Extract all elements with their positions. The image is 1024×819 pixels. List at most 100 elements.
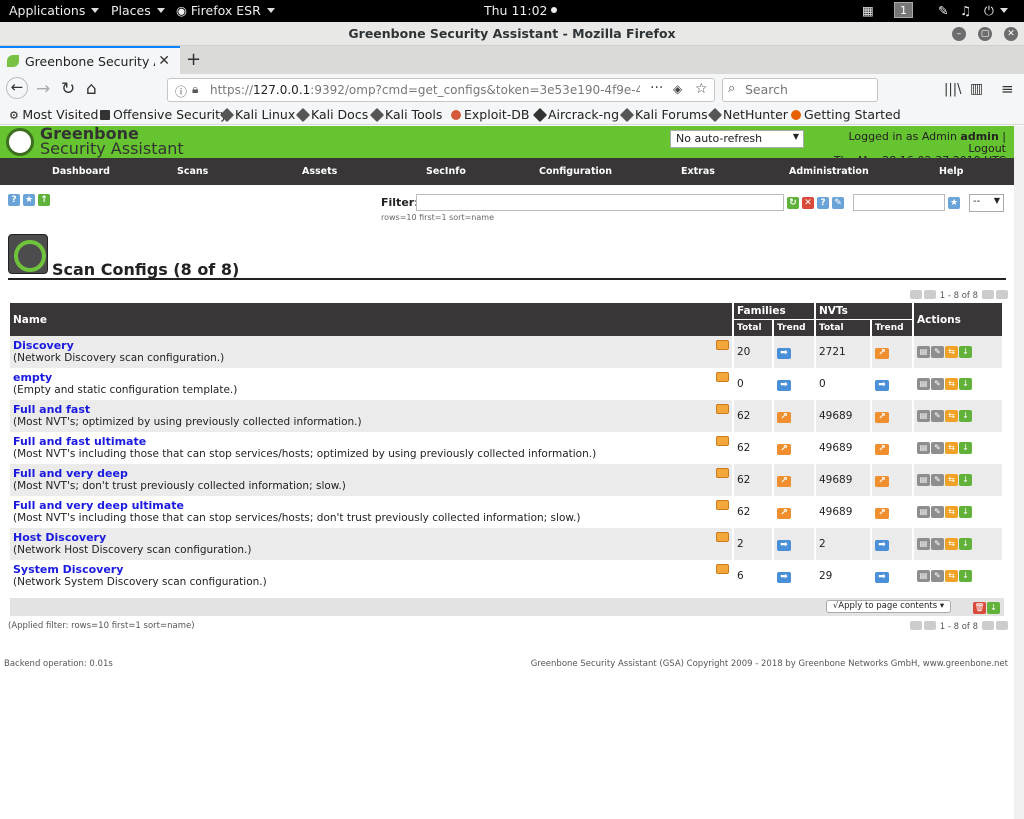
clone-icon[interactable]: ⇆ xyxy=(945,442,958,454)
reload-button[interactable]: ↻ xyxy=(61,79,75,99)
filter-name-input[interactable] xyxy=(853,194,945,211)
config-name-link[interactable]: Full and very deep ultimate xyxy=(13,500,732,512)
last-page-icon[interactable] xyxy=(995,621,1008,630)
clone-icon[interactable]: ⇆ xyxy=(945,474,958,486)
edit-icon[interactable]: ✎ xyxy=(931,442,944,454)
menu-secinfo[interactable]: SecInfo xyxy=(426,166,466,177)
config-name-link[interactable]: Host Discovery xyxy=(13,532,732,544)
export-icon[interactable]: ↓ xyxy=(959,378,972,390)
bulk-export-icon[interactable]: ↓ xyxy=(987,602,1000,614)
page-scrollbar[interactable] xyxy=(1014,126,1024,819)
trash-icon[interactable]: ▤ xyxy=(917,506,930,518)
maximize-button[interactable]: ▢ xyxy=(978,27,992,41)
bookmark-most-visited[interactable]: ⚙ Most Visited xyxy=(9,107,98,122)
export-icon[interactable]: ↓ xyxy=(959,474,972,486)
url-bar[interactable]: ⓘ 🔒︎ https://127.0.0.1:9392/omp?cmd=get_… xyxy=(167,78,715,102)
apply-to-select[interactable]: √Apply to page contents ▾ xyxy=(826,600,951,613)
trash-icon[interactable]: ▤ xyxy=(917,474,930,486)
first-page-icon[interactable] xyxy=(910,621,922,630)
config-name-link[interactable]: Full and fast ultimate xyxy=(13,436,732,448)
apps-indicator-icon[interactable]: ▦ xyxy=(862,3,874,18)
edit-icon[interactable]: ✎ xyxy=(931,570,944,582)
firefox-app-menu[interactable]: ◉ Firefox ESR xyxy=(176,3,275,18)
trash-icon[interactable]: ▤ xyxy=(917,570,930,582)
edit-filter-icon[interactable]: ✎ xyxy=(832,197,844,209)
search-input[interactable] xyxy=(745,82,873,97)
bookmark-star-icon[interactable]: ☆ xyxy=(695,81,708,97)
export-icon[interactable]: ↓ xyxy=(959,538,972,550)
col-header-nvts[interactable]: NVTs xyxy=(816,303,912,319)
volume-icon[interactable]: ♫ xyxy=(960,3,971,18)
menu-assets[interactable]: Assets xyxy=(302,166,337,177)
menu-dashboard[interactable]: Dashboard xyxy=(52,166,110,177)
clone-icon[interactable]: ⇆ xyxy=(945,378,958,390)
menu-configuration[interactable]: Configuration xyxy=(539,166,612,177)
home-button[interactable]: ⌂ xyxy=(86,79,97,99)
hamburger-menu-icon[interactable]: ≡ xyxy=(1001,80,1014,98)
new-star-icon[interactable]: ★ xyxy=(23,194,35,206)
col-header-name[interactable]: Name xyxy=(10,303,732,336)
info-icon[interactable]: ⓘ xyxy=(175,83,187,100)
greenbone-logo-icon[interactable] xyxy=(6,128,34,156)
clone-icon[interactable]: ⇆ xyxy=(945,570,958,582)
trash-icon[interactable]: ▤ xyxy=(917,346,930,358)
clock[interactable]: Thu 11:02 xyxy=(484,3,558,18)
col-header-families-total[interactable]: Total xyxy=(734,319,772,336)
filter-input[interactable] xyxy=(416,194,784,211)
export-icon[interactable]: ↓ xyxy=(959,442,972,454)
minimize-button[interactable]: – xyxy=(952,27,966,41)
close-tab-icon[interactable]: ✕ xyxy=(158,53,170,69)
export-icon[interactable]: ↓ xyxy=(959,506,972,518)
gsa-logo-text[interactable]: Greenbone Security Assistant xyxy=(40,126,184,157)
edit-icon[interactable]: ✎ xyxy=(931,378,944,390)
next-page-icon[interactable] xyxy=(981,621,994,630)
col-header-nvts-trend[interactable]: Trend xyxy=(872,319,912,336)
next-page-icon[interactable] xyxy=(981,290,994,299)
clone-icon[interactable]: ⇆ xyxy=(945,346,958,358)
trash-icon[interactable]: ▤ xyxy=(917,378,930,390)
edit-icon[interactable]: ✎ xyxy=(931,506,944,518)
edit-icon[interactable]: ✎ xyxy=(931,538,944,550)
last-page-icon[interactable] xyxy=(995,290,1008,299)
config-name-link[interactable]: Discovery xyxy=(13,340,732,352)
col-header-nvts-total[interactable]: Total xyxy=(816,319,870,336)
forward-button[interactable]: → xyxy=(36,79,50,99)
first-page-icon[interactable] xyxy=(910,290,922,299)
upload-icon[interactable]: ↑ xyxy=(38,194,50,206)
config-name-link[interactable]: System Discovery xyxy=(13,564,732,576)
reset-filter-icon[interactable]: ✕ xyxy=(802,197,814,209)
close-window-button[interactable]: ✕ xyxy=(1004,27,1018,41)
export-icon[interactable]: ↓ xyxy=(959,410,972,422)
page-actions-icon[interactable]: ··· xyxy=(650,80,663,96)
clone-icon[interactable]: ⇆ xyxy=(945,506,958,518)
bookmark-offensive-security[interactable]: Offensive Security xyxy=(100,107,227,122)
refresh-filter-icon[interactable]: ↻ xyxy=(787,197,799,209)
bookmark-kali-forums[interactable]: Kali Forums xyxy=(619,107,708,123)
edit-icon[interactable]: ✎ xyxy=(931,346,944,358)
export-icon[interactable]: ↓ xyxy=(959,346,972,358)
help-icon[interactable]: ? xyxy=(8,194,20,206)
edit-icon[interactable]: ✎ xyxy=(931,474,944,486)
back-button[interactable]: ← xyxy=(6,77,28,99)
config-name-link[interactable]: empty xyxy=(13,372,732,384)
bookmark-kali-linux[interactable]: Kali Linux xyxy=(219,107,295,123)
bookmark-kali-docs[interactable]: Kali Docs xyxy=(295,107,368,123)
config-name-link[interactable]: Full and very deep xyxy=(13,468,732,480)
lock-icon[interactable]: 🔒︎ xyxy=(192,82,198,97)
menu-scans[interactable]: Scans xyxy=(177,166,208,177)
clone-icon[interactable]: ⇆ xyxy=(945,410,958,422)
library-icon[interactable]: |||\ xyxy=(944,82,962,97)
sidebar-icon[interactable]: ▥ xyxy=(970,81,983,97)
pen-icon[interactable]: ✎ xyxy=(938,3,948,18)
save-filter-star-icon[interactable]: ★ xyxy=(948,197,960,209)
trash-icon[interactable]: ▤ xyxy=(917,410,930,422)
col-header-families-trend[interactable]: Trend xyxy=(774,319,814,336)
tab-gsa[interactable]: Greenbone Security Assis ✕ xyxy=(0,46,180,74)
bulk-trash-icon[interactable]: 🗑 xyxy=(973,602,986,614)
config-name-link[interactable]: Full and fast xyxy=(13,404,732,416)
trash-icon[interactable]: ▤ xyxy=(917,442,930,454)
applications-menu[interactable]: Applications xyxy=(9,3,100,18)
edit-icon[interactable]: ✎ xyxy=(931,410,944,422)
menu-administration[interactable]: Administration xyxy=(789,166,869,177)
search-box[interactable]: ⌕ xyxy=(722,78,878,102)
